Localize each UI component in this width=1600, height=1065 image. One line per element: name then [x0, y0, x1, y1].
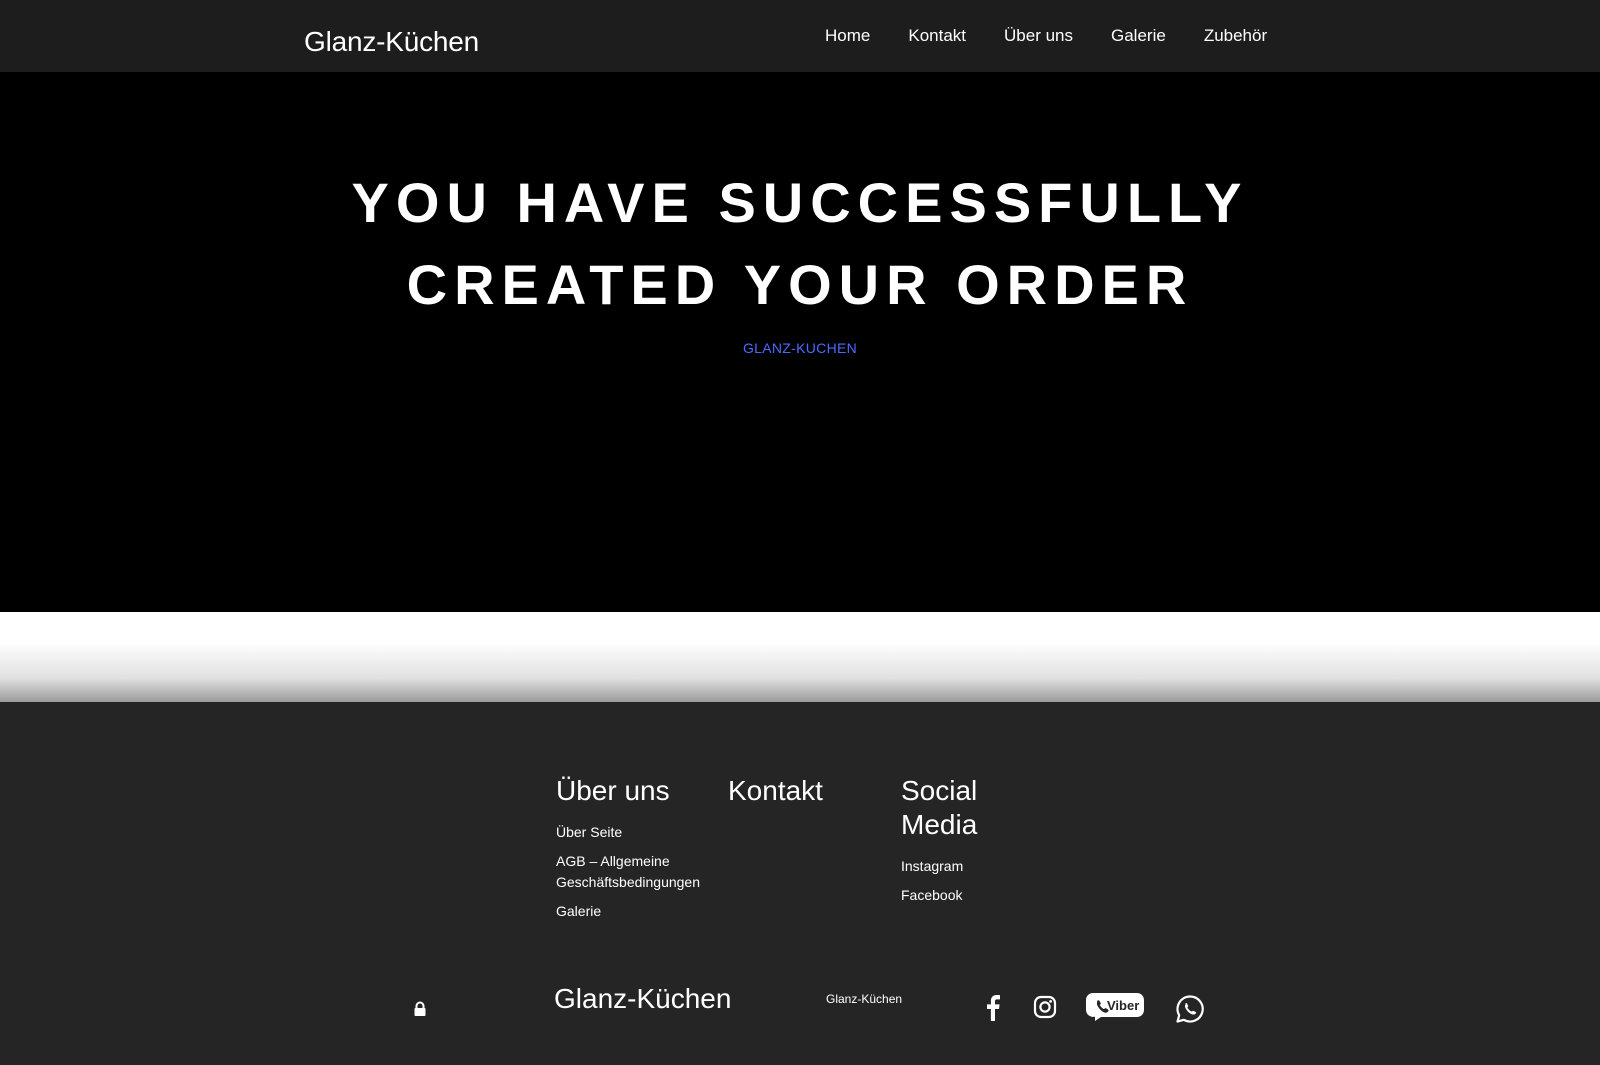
- svg-text:Viber: Viber: [1107, 998, 1139, 1013]
- nav-galerie[interactable]: Galerie: [1111, 26, 1166, 46]
- main-nav: Home Kontakt Über uns Galerie Zubehör: [825, 26, 1267, 46]
- brand-logo-text[interactable]: Glanz-Küchen: [304, 24, 479, 60]
- footer-bottom-bar: Glanz-Küchen Glanz-Küchen Viber: [0, 702, 1600, 1065]
- nav-home[interactable]: Home: [825, 26, 870, 46]
- instagram-icon[interactable]: [1033, 995, 1057, 1019]
- nav-kontakt[interactable]: Kontakt: [908, 26, 966, 46]
- hero-title: YOU HAVE SUCCESSFULLY CREATED YOUR ORDER: [0, 162, 1600, 326]
- lock-icon[interactable]: [413, 1001, 427, 1017]
- nav-ueber-uns[interactable]: Über uns: [1004, 26, 1073, 46]
- site-header: Glanz-Küchen Home Kontakt Über uns Galer…: [0, 0, 1600, 72]
- viber-icon[interactable]: Viber: [1085, 992, 1145, 1022]
- whatsapp-icon[interactable]: [1175, 994, 1205, 1024]
- footer-brand-small: Glanz-Küchen: [826, 992, 903, 1006]
- site-footer: Über uns Über Seite AGB – Allgemeine Ges…: [0, 702, 1600, 1065]
- hero-section: YOU HAVE SUCCESSFULLY CREATED YOUR ORDER…: [0, 72, 1600, 612]
- hero-brand-link[interactable]: GLANZ-KUCHEN: [0, 340, 1600, 356]
- section-divider-shadow: [0, 612, 1600, 702]
- nav-zubehoer[interactable]: Zubehör: [1204, 26, 1267, 46]
- footer-brand-logo-text[interactable]: Glanz-Küchen: [554, 982, 731, 1016]
- facebook-icon[interactable]: [986, 995, 1000, 1021]
- hero-title-line-2: CREATED YOUR ORDER: [406, 253, 1194, 316]
- hero-title-line-1: YOU HAVE SUCCESSFULLY: [351, 171, 1249, 234]
